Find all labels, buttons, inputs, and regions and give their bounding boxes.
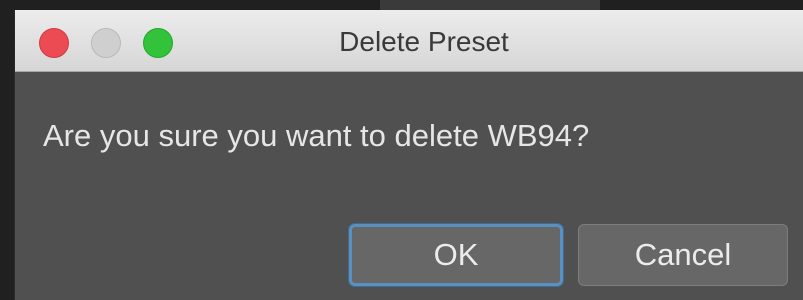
delete-preset-dialog: Delete Preset Are you sure you want to d…	[14, 10, 803, 300]
cancel-button[interactable]: Cancel	[578, 224, 788, 286]
title-bar[interactable]: Delete Preset	[15, 10, 803, 72]
dialog-message: Are you sure you want to delete WB94?	[43, 118, 590, 153]
dialog-title: Delete Preset	[339, 26, 509, 57]
ok-button[interactable]: OK	[349, 224, 563, 286]
